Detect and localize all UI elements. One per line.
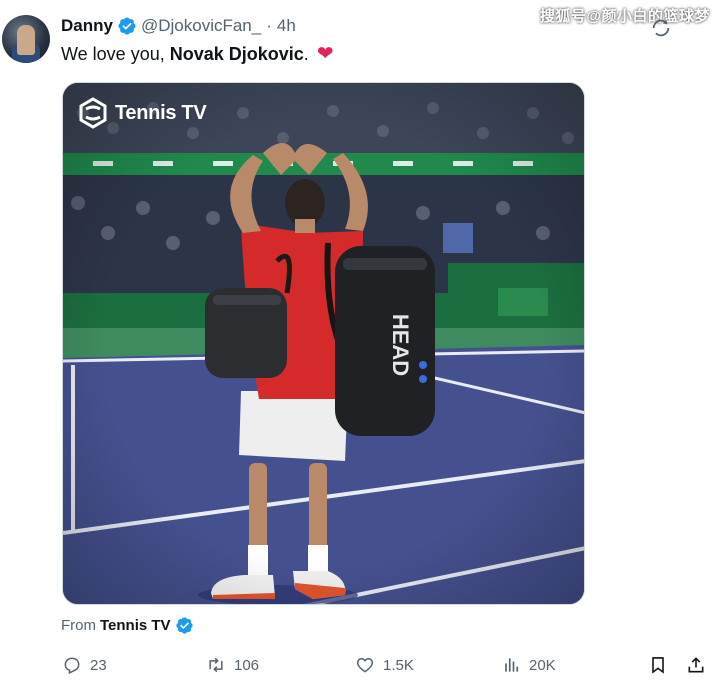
- source-prefix: From: [61, 617, 96, 634]
- source-attribution: From Tennis TV: [61, 616, 194, 635]
- bookmark-button[interactable]: [648, 650, 668, 680]
- tweet-header: Danny @DjokovicFan_ · 4h: [61, 15, 296, 37]
- video-frame: HEAD: [63, 83, 584, 604]
- tweet-text-suffix: .: [303, 44, 309, 64]
- avatar[interactable]: [2, 15, 50, 63]
- view-count: 20K: [529, 656, 556, 674]
- tennis-tv-logo-icon: [79, 97, 107, 129]
- author-name[interactable]: Danny: [61, 16, 113, 36]
- verified-badge-icon: [118, 17, 136, 35]
- analytics-icon: [505, 658, 519, 672]
- video-media[interactable]: HEAD Tennis TV: [62, 82, 585, 605]
- heart-icon: [356, 657, 374, 673]
- views-button[interactable]: 20K: [501, 650, 556, 680]
- header-separator: ·: [266, 16, 272, 35]
- tweet-text: We love you, Novak Djokovic. ❤: [61, 42, 334, 66]
- share-icon: [688, 657, 704, 673]
- tweet-text-prefix: We love you,: [61, 44, 170, 64]
- tennis-tv-logo-text: Tennis TV: [115, 101, 207, 124]
- watermark: 搜狐号@颜小白的篮球梦: [539, 8, 710, 25]
- repost-button[interactable]: 106: [206, 650, 259, 680]
- author-handle[interactable]: @DjokovicFan_: [141, 16, 261, 36]
- source-name-link[interactable]: Tennis TV: [100, 617, 171, 634]
- timestamp[interactable]: 4h: [277, 16, 296, 36]
- reply-count: 23: [90, 656, 107, 674]
- repost-icon: [209, 657, 223, 673]
- grok-icon[interactable]: [650, 17, 672, 39]
- mention-novak-djokovic: Novak Djokovic: [169, 44, 304, 64]
- like-button[interactable]: 1.5K: [355, 650, 414, 680]
- bookmark-icon: [652, 657, 664, 674]
- source-verified-badge-icon: [175, 617, 193, 634]
- reply-button[interactable]: 23: [62, 650, 107, 680]
- share-button[interactable]: [686, 650, 706, 680]
- reply-icon: [64, 657, 80, 675]
- like-count: 1.5K: [383, 656, 414, 674]
- action-bar: 23 106 1.5K 20K: [0, 650, 724, 680]
- red-heart-emoji: ❤: [316, 43, 334, 65]
- tennis-tv-logo: Tennis TV: [77, 97, 207, 129]
- repost-count: 106: [234, 656, 260, 674]
